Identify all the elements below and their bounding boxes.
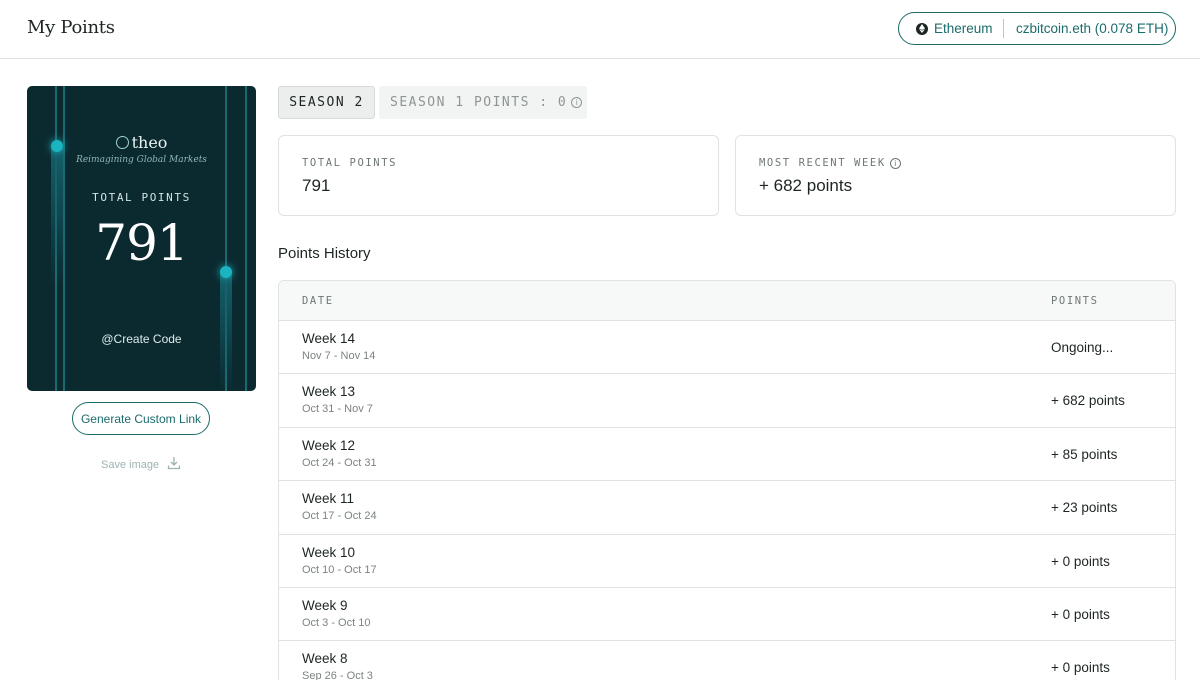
- tab-season-2-label: SEASON 2: [289, 95, 364, 110]
- row-week: Week 8: [302, 651, 348, 667]
- column-header-date: DATE: [302, 295, 334, 307]
- points-share-card: theo Reimagining Global Markets TOTAL PO…: [27, 86, 256, 391]
- row-points: + 0 points: [1051, 553, 1110, 569]
- row-week: Week 12: [302, 437, 356, 453]
- row-range: Oct 17 - Oct 24: [302, 510, 377, 523]
- recent-week-card: MOST RECENT WEEK i + 682 points: [735, 135, 1176, 216]
- table-row: Week 9 Oct 3 - Oct 10 + 0 points: [279, 588, 1175, 642]
- row-range: Nov 7 - Nov 14: [302, 350, 376, 362]
- row-week: Week 13: [302, 384, 356, 400]
- download-icon: [167, 456, 181, 473]
- row-range: Oct 10 - Oct 17: [302, 563, 377, 576]
- table-row: Week 14 Nov 7 - Nov 14 Ongoing...: [279, 321, 1175, 375]
- total-points-label: TOTAL POINTS: [302, 157, 398, 169]
- table-row: Week 11 Oct 17 - Oct 24 + 23 points: [279, 481, 1175, 535]
- tab-season-2[interactable]: SEASON 2: [278, 86, 375, 119]
- generate-custom-link-button[interactable]: Generate Custom Link: [72, 402, 210, 435]
- card-total-value: 791: [95, 214, 188, 272]
- points-history-table: DATE POINTS Week 14 Nov 7 - Nov 14 Ongoi…: [278, 280, 1176, 680]
- row-points: + 682 points: [1051, 393, 1125, 409]
- card-tagline: Reimagining Global Markets: [76, 155, 207, 165]
- row-week: Week 10: [302, 544, 356, 560]
- row-range: Oct 24 - Oct 31: [302, 456, 377, 469]
- info-icon[interactable]: i: [571, 97, 583, 108]
- theo-logo-icon: [115, 136, 129, 149]
- recent-week-label-row: MOST RECENT WEEK i: [759, 157, 901, 169]
- row-range: Oct 31 - Nov 7: [302, 403, 373, 416]
- table-row: Week 10 Oct 10 - Oct 17 + 0 points: [279, 535, 1175, 588]
- row-points: + 0 points: [1051, 606, 1110, 622]
- total-points-value: 791: [302, 176, 331, 195]
- tab-season-1[interactable]: SEASON 1 POINTS : 0i: [379, 86, 587, 119]
- theo-logo: theo: [27, 133, 256, 152]
- account-label[interactable]: czbitcoin.eth (0.078 ETH): [1004, 21, 1168, 36]
- row-points: + 85 points: [1051, 446, 1118, 462]
- row-range: Oct 3 - Oct 10: [302, 616, 371, 629]
- top-header: My Points Ethereum czbitcoin.eth (0.078 …: [0, 0, 1200, 59]
- save-image-label: Save image: [101, 458, 160, 471]
- table-row: Week 8 Sep 26 - Oct 3 + 0 points: [279, 641, 1175, 680]
- info-icon[interactable]: i: [889, 157, 901, 169]
- card-brand: theo: [131, 133, 168, 152]
- card-create-code: @Create Code: [101, 332, 182, 346]
- total-points-card: TOTAL POINTS 791: [278, 135, 719, 216]
- tab-season-1-label: SEASON 1 POINTS : 0: [390, 95, 568, 110]
- table-row: Week 13 Oct 31 - Nov 7 + 682 points: [279, 374, 1175, 428]
- network-label: Ethereum: [934, 21, 993, 36]
- points-history-title: Points History: [278, 245, 371, 262]
- ethereum-icon: [916, 22, 928, 35]
- row-week: Week 9: [302, 597, 348, 613]
- row-week: Week 11: [302, 491, 355, 507]
- column-header-points: POINTS: [1051, 295, 1099, 307]
- save-image-link[interactable]: Save image: [101, 456, 181, 473]
- row-points: + 23 points: [1051, 500, 1118, 516]
- table-header: DATE POINTS: [279, 281, 1175, 321]
- row-week: Week 14: [302, 331, 356, 346]
- row-range: Sep 26 - Oct 3: [302, 670, 373, 680]
- wallet-pill[interactable]: Ethereum czbitcoin.eth (0.078 ETH): [898, 12, 1176, 45]
- page-title: My Points: [27, 17, 115, 38]
- table-row: Week 12 Oct 24 - Oct 31 + 85 points: [279, 428, 1175, 482]
- recent-week-label: MOST RECENT WEEK: [759, 157, 886, 169]
- recent-week-value: + 682 points: [759, 176, 853, 195]
- row-points: + 0 points: [1051, 660, 1110, 676]
- row-points: Ongoing...: [1051, 340, 1114, 355]
- network-selector[interactable]: Ethereum: [899, 13, 1003, 44]
- card-total-label: TOTAL POINTS: [92, 191, 191, 204]
